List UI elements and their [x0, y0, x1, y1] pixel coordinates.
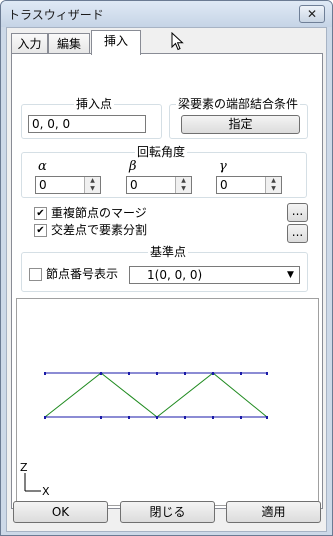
tab-edit[interactable]: 編集: [48, 33, 90, 54]
truss-node: [100, 372, 102, 375]
base-point-select[interactable]: 1(0, 0, 0) ▼: [129, 266, 300, 284]
show-node-numbers-label: 節点番号表示: [46, 267, 119, 281]
beta-spinner[interactable]: 0 ▲ ▼: [126, 176, 192, 194]
rotation-angle-group-label: 回転角度: [135, 145, 188, 159]
truss-diagonal: [156, 372, 214, 418]
beta-label: β: [129, 159, 137, 174]
beam-end-condition-label: 梁要素の端部結合条件: [176, 97, 301, 111]
alpha-spin-buttons[interactable]: ▲ ▼: [84, 177, 100, 193]
base-point-group: 基準点 節点番号表示 1(0, 0, 0) ▼: [21, 245, 308, 292]
beta-spin-buttons[interactable]: ▲ ▼: [175, 177, 191, 193]
insert-point-group-label: 挿入点: [74, 97, 115, 111]
spin-down-icon[interactable]: ▼: [176, 185, 191, 193]
tab-input[interactable]: 入力: [11, 33, 48, 54]
mouse-cursor-icon: [171, 32, 184, 51]
merge-nodes-checkbox[interactable]: ✔: [34, 207, 47, 220]
truss-node: [128, 416, 130, 419]
checkmark-icon: ✔: [36, 208, 45, 219]
truss-node: [156, 416, 158, 419]
base-point-selected: 1(0, 0, 0): [147, 268, 203, 282]
spin-up-icon[interactable]: ▲: [266, 177, 281, 185]
axis-indicator: [24, 473, 41, 492]
show-node-numbers-checkbox[interactable]: [29, 268, 42, 281]
truss-node: [184, 416, 186, 419]
truss-diagonal: [44, 372, 102, 418]
truss-node: [266, 372, 268, 375]
truss-preview[interactable]: Z X: [16, 298, 319, 506]
spin-up-icon[interactable]: ▲: [85, 177, 100, 185]
z-axis-label: Z: [20, 461, 28, 474]
close-icon: ✕: [306, 7, 318, 21]
truss-node: [212, 372, 214, 375]
tab-insert[interactable]: 挿入: [91, 30, 141, 55]
truss-node: [156, 372, 158, 375]
truss-diagonal: [212, 372, 268, 418]
close-button[interactable]: 閉じる: [120, 501, 215, 523]
truss-diagonal: [100, 372, 158, 418]
gamma-spinner[interactable]: 0 ▲ ▼: [216, 176, 282, 194]
gamma-label: γ: [219, 159, 227, 174]
checkmark-icon: ✔: [36, 225, 45, 236]
spin-down-icon[interactable]: ▼: [85, 185, 100, 193]
window-title: トラスウィザード: [8, 8, 104, 22]
alpha-spinner[interactable]: 0 ▲ ▼: [35, 176, 101, 194]
title-bar[interactable]: トラスウィザード ✕: [1, 1, 332, 27]
truss-node: [100, 416, 102, 419]
split-intersection-label: 交差点で要素分割: [51, 223, 148, 237]
spin-down-icon[interactable]: ▼: [266, 185, 281, 193]
apply-button[interactable]: 適用: [226, 501, 321, 523]
x-axis-label: X: [42, 485, 50, 498]
truss-node: [266, 416, 268, 419]
ok-button[interactable]: OK: [13, 501, 108, 523]
truss-node: [44, 416, 46, 419]
truss-node: [184, 372, 186, 375]
truss-preview-canvas: [24, 372, 268, 492]
truss-node: [240, 372, 242, 375]
insert-tab-page: 挿入点 0, 0, 0 梁要素の端部結合条件 指定 回転角度 α 0 ▲ ▼ β…: [11, 53, 323, 509]
truss-node: [240, 416, 242, 419]
alpha-label: α: [38, 159, 47, 174]
spin-up-icon[interactable]: ▲: [176, 177, 191, 185]
rotation-angle-group: 回転角度 α 0 ▲ ▼ β 0 ▲ ▼ γ 0 ▲ ▼: [21, 145, 307, 198]
truss-node: [128, 372, 130, 375]
truss-node: [212, 416, 214, 419]
chevron-down-icon[interactable]: ▼: [282, 267, 299, 283]
merge-nodes-settings-button[interactable]: ...: [287, 203, 308, 222]
truss-node: [44, 372, 46, 375]
insert-point-group: 挿入点 0, 0, 0: [21, 97, 162, 139]
beta-value: 0: [130, 178, 138, 192]
split-intersection-checkbox[interactable]: ✔: [34, 224, 47, 237]
gamma-value: 0: [220, 178, 228, 192]
split-intersection-settings-button[interactable]: ...: [287, 224, 308, 243]
close-window-button[interactable]: ✕: [299, 5, 325, 23]
gamma-spin-buttons[interactable]: ▲ ▼: [265, 177, 281, 193]
alpha-value: 0: [39, 178, 47, 192]
base-point-group-label: 基準点: [148, 245, 189, 259]
merge-nodes-label: 重複節点のマージ: [51, 206, 147, 220]
specify-button[interactable]: 指定: [181, 115, 300, 134]
insert-point-input[interactable]: 0, 0, 0: [28, 115, 146, 133]
dialog-body: 入力 編集 挿入 挿入点 0, 0, 0 梁要素の端部結合条件 指定 回転角度 …: [6, 27, 327, 532]
truss-wizard-window: トラスウィザード ✕ 入力 編集 挿入 挿入点 0, 0, 0 梁要素の端部結合…: [0, 0, 333, 536]
beam-end-condition-group: 梁要素の端部結合条件 指定: [169, 97, 308, 139]
